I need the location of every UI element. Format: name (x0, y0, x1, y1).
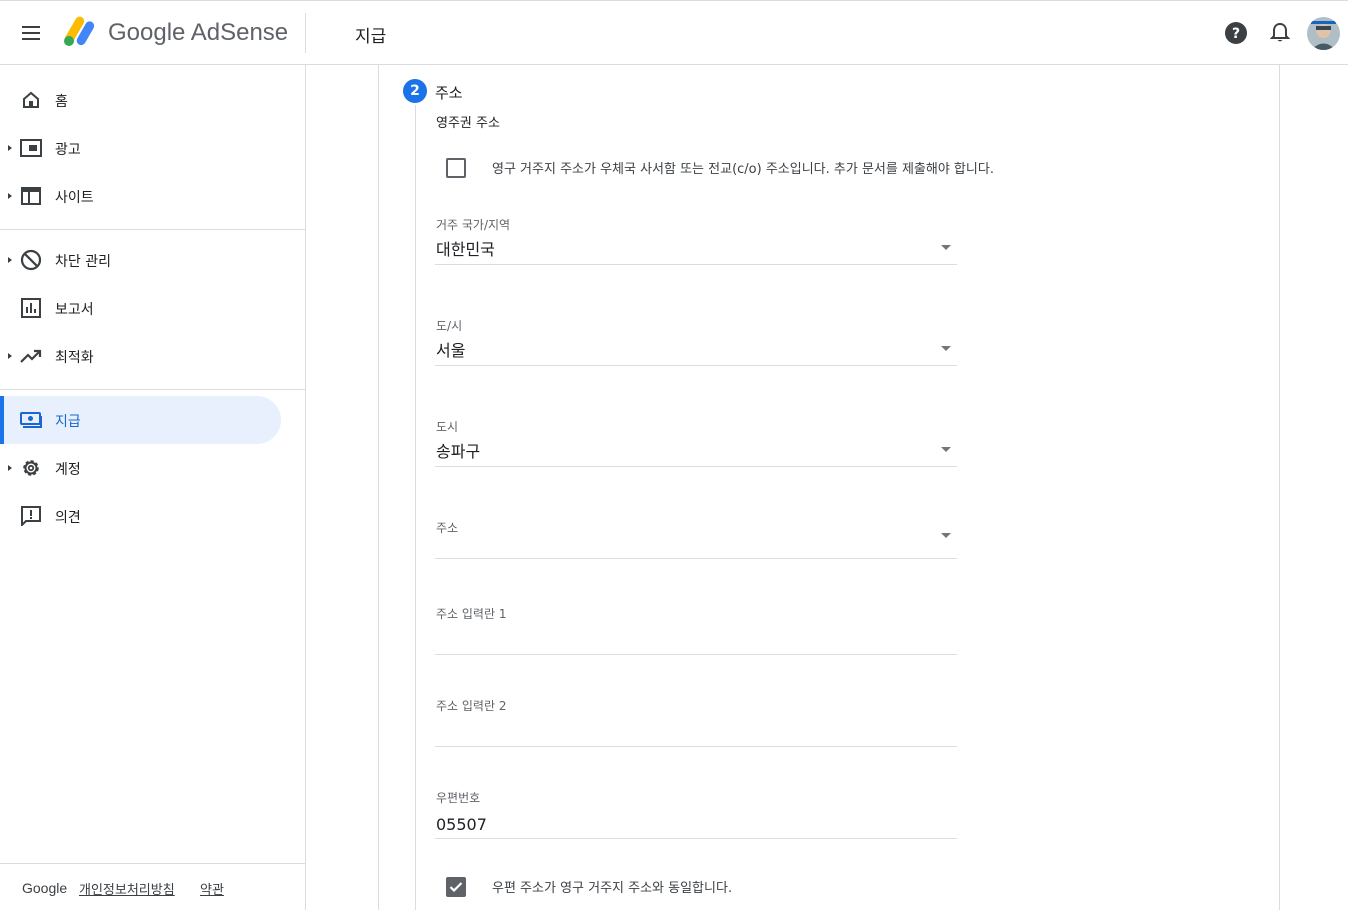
trending-up-icon (20, 345, 42, 367)
privacy-policy-link[interactable]: 개인정보처리방침 (79, 879, 175, 898)
checkmark-icon (449, 882, 463, 893)
field-label: 도/시 (436, 319, 463, 333)
bell-icon (1270, 22, 1290, 42)
sidebar-item-optimization[interactable]: 최적화 (0, 332, 281, 380)
google-wordmark: Google (22, 880, 68, 896)
expand-caret-icon[interactable] (8, 257, 12, 263)
step-number-badge: 2 (403, 79, 427, 103)
step-title: 주소 (435, 84, 463, 102)
section-title: 영주권 주소 (436, 116, 500, 131)
gear-icon (20, 457, 42, 479)
hamburger-menu-icon (22, 26, 40, 40)
sidebar-item-label: 보고서 (55, 302, 94, 318)
sidebar-navigation: 홈 광고 사이트 차단 관리 보고서 최적화 지급 계정 의견 Google 개… (0, 65, 306, 910)
po-box-checkbox-label: 영구 거주지 주소가 우체국 사서함 또는 전교(c/o) 주소입니다. 추가 … (492, 162, 994, 177)
payments-icon (20, 409, 42, 431)
field-value: 05507 (436, 815, 487, 834)
field-label: 도시 (436, 420, 459, 434)
sidebar-item-reports[interactable]: 보고서 (0, 284, 281, 332)
help-button[interactable]: ? (1222, 19, 1250, 47)
sidebar-item-label: 차단 관리 (55, 254, 111, 270)
sites-icon (20, 185, 42, 207)
postal-code-input[interactable]: 우편번호 05507 (435, 789, 957, 839)
expand-caret-icon[interactable] (8, 353, 12, 359)
dropdown-arrow-icon (941, 245, 951, 250)
sidebar-item-home[interactable]: 홈 (0, 76, 281, 124)
field-value: 대한민국 (436, 240, 495, 259)
expand-caret-icon[interactable] (8, 193, 12, 199)
svg-text:?: ? (1232, 26, 1240, 42)
sidebar-item-label: 지급 (55, 414, 81, 430)
feedback-icon (20, 505, 42, 527)
sidebar-item-label: 사이트 (55, 190, 94, 206)
dropdown-arrow-icon (941, 346, 951, 351)
same-address-checkbox-label: 우편 주소가 영구 거주지 주소와 동일합니다. (492, 881, 733, 896)
sidebar-item-payments[interactable]: 지급 (0, 396, 281, 444)
sidebar-item-label: 의견 (55, 510, 81, 526)
same-address-checkbox[interactable] (446, 877, 466, 897)
address-line2-input[interactable]: 주소 입력란 2 (435, 697, 957, 747)
home-icon (20, 89, 42, 111)
address-line1-input[interactable]: 주소 입력란 1 (435, 605, 957, 655)
field-value: 송파구 (436, 442, 481, 461)
province-select[interactable]: 도/시 서울 (435, 317, 957, 366)
city-select[interactable]: 도시 송파구 (435, 418, 957, 467)
field-label: 주소 (436, 521, 459, 535)
sidebar-divider (0, 229, 305, 230)
main-content: 2 주소 영주권 주소 영구 거주지 주소가 우체국 사서함 또는 전교(c/o… (306, 65, 1348, 910)
stepper-line (415, 105, 416, 910)
help-icon: ? (1225, 22, 1247, 44)
sidebar-item-label: 광고 (55, 142, 81, 158)
payment-profile-card (378, 65, 1280, 910)
account-avatar[interactable] (1307, 17, 1340, 50)
address-select[interactable]: 주소 (435, 519, 957, 559)
field-label: 거주 국가/지역 (436, 218, 511, 232)
expand-caret-icon[interactable] (8, 465, 12, 471)
dropdown-arrow-icon (941, 533, 951, 538)
country-select[interactable]: 거주 국가/지역 대한민국 (435, 216, 957, 265)
sidebar-item-label: 최적화 (55, 350, 94, 366)
sidebar-item-feedback[interactable]: 의견 (0, 492, 281, 540)
sidebar-divider (0, 389, 305, 390)
sidebar-item-blocking-controls[interactable]: 차단 관리 (0, 236, 281, 284)
sidebar-item-sites[interactable]: 사이트 (0, 172, 281, 220)
field-label: 주소 입력란 1 (436, 607, 507, 621)
block-icon (20, 249, 42, 271)
sidebar-item-account[interactable]: 계정 (0, 444, 281, 492)
ads-icon (20, 137, 42, 159)
field-label: 우편번호 (436, 791, 481, 805)
terms-link[interactable]: 약관 (200, 879, 224, 898)
field-value: 서울 (436, 341, 466, 360)
po-box-checkbox[interactable] (446, 158, 466, 178)
notifications-button[interactable] (1266, 19, 1294, 47)
expand-caret-icon[interactable] (8, 145, 12, 151)
header-divider (305, 13, 306, 53)
sidebar-item-label: 계정 (55, 462, 81, 478)
sidebar-item-label: 홈 (55, 94, 68, 110)
sidebar-item-ads[interactable]: 광고 (0, 124, 281, 172)
adsense-logo-icon[interactable] (62, 16, 98, 48)
reports-icon (20, 297, 42, 319)
brand-name: Google AdSense (108, 19, 289, 46)
field-label: 주소 입력란 2 (436, 699, 507, 713)
page-title: 지급 (355, 27, 387, 47)
main-menu-button[interactable] (16, 19, 48, 47)
dropdown-arrow-icon (941, 447, 951, 452)
sidebar-footer: Google 개인정보처리방침 약관 (0, 863, 305, 910)
top-app-bar: Google AdSense 지급 ? (0, 0, 1348, 65)
